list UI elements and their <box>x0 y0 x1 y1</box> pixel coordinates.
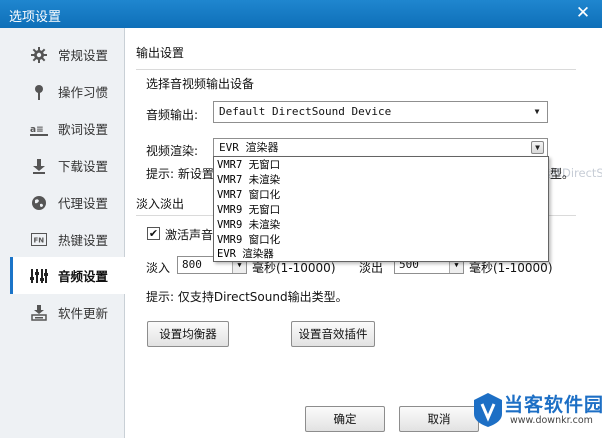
options-dialog: 选项设置 ✕ 常规设置 操作习惯 a≡ 歌词设置 下载设置 代理设置 FN 热键… <box>0 0 602 438</box>
sidebar-item-proxy[interactable]: 代理设置 <box>10 184 125 221</box>
video-render-label: 视频渲染: <box>146 144 199 158</box>
update-icon <box>28 304 50 322</box>
chevron-down-icon[interactable]: ▼ <box>531 141 544 154</box>
video-render-value: EVR 渲染器 <box>219 141 279 154</box>
close-button[interactable]: ✕ <box>574 3 592 23</box>
audio-output-label: 音频输出: <box>146 108 199 122</box>
sidebar-item-download[interactable]: 下载设置 <box>10 147 125 184</box>
dropdown-option[interactable]: VMR7 无窗口 <box>217 159 280 172</box>
cancel-button[interactable]: 取消 <box>399 406 479 432</box>
sidebar-item-label: 代理设置 <box>58 196 109 211</box>
sidebar-item-general[interactable]: 常规设置 <box>10 36 125 73</box>
download-icon <box>28 157 50 175</box>
equalizer-icon <box>28 267 50 285</box>
sidebar-item-label: 下载设置 <box>58 159 109 174</box>
output-hint: 提示: 新设置 <box>146 167 214 181</box>
sidebar-item-habits[interactable]: 操作习惯 <box>10 73 125 110</box>
sidebar: 常规设置 操作习惯 a≡ 歌词设置 下载设置 代理设置 FN 热键设置 音频设置… <box>0 28 125 438</box>
sidebar-item-label: 软件更新 <box>58 306 109 321</box>
lyrics-icon: a≡ <box>28 120 50 138</box>
fade-in-value: 800 <box>182 258 202 271</box>
watermark-url: www.downkr.com <box>510 415 593 426</box>
ok-button[interactable]: 确定 <box>305 406 385 432</box>
svg-text:FN: FN <box>34 237 45 245</box>
output-hint-tail: 型。 <box>550 167 575 181</box>
fade-hint: 提示: 仅支持DirectSound输出类型。 <box>146 290 348 304</box>
sidebar-item-label: 歌词设置 <box>58 122 109 137</box>
sidebar-item-label: 操作习惯 <box>58 85 109 100</box>
sidebar-item-audio[interactable]: 音频设置 <box>10 257 125 294</box>
watermark: 当客软件园 www.downkr.com <box>470 388 602 438</box>
svg-text:a≡: a≡ <box>30 125 44 135</box>
sidebar-item-update[interactable]: 软件更新 <box>10 294 125 331</box>
sidebar-item-label: 热键设置 <box>58 233 109 248</box>
fade-in-label: 淡入 <box>146 261 171 275</box>
dropdown-option[interactable]: VMR7 窗口化 <box>217 189 280 202</box>
divider <box>136 69 576 70</box>
video-render-dropdown: VMR7 无窗口 VMR7 未渲染 VMR7 窗口化 VMR9 无窗口 VMR9… <box>213 156 549 262</box>
dropdown-option[interactable]: VMR7 未渲染 <box>217 174 280 187</box>
dropdown-option[interactable]: VMR9 无窗口 <box>217 204 280 217</box>
dropdown-option[interactable]: EVR 渲染器 <box>217 248 274 261</box>
output-section-title: 输出设置 <box>136 46 185 60</box>
title-bar[interactable]: 选项设置 ✕ <box>0 0 602 28</box>
sidebar-item-lyrics[interactable]: a≡ 歌词设置 <box>10 110 125 147</box>
device-heading: 选择音视频输出设备 <box>146 77 255 91</box>
fade-checkbox[interactable]: ✔ <box>147 227 160 240</box>
fade-section-title: 淡入淡出 <box>136 197 185 211</box>
watermark-logo-icon <box>472 392 504 431</box>
sidebar-item-hotkeys[interactable]: FN 热键设置 <box>10 221 125 258</box>
pin-icon <box>28 83 50 101</box>
sidebar-item-label: 常规设置 <box>58 48 109 63</box>
hotkey-icon: FN <box>28 231 50 249</box>
equalizer-button[interactable]: 设置均衡器 <box>147 321 229 347</box>
chevron-down-icon: ▼ <box>534 107 540 116</box>
effects-plugin-button[interactable]: 设置音效插件 <box>291 321 375 347</box>
globe-icon <box>28 194 50 212</box>
gear-icon <box>28 46 50 64</box>
audio-output-value: Default DirectSound Device <box>219 105 392 118</box>
sidebar-item-label: 音频设置 <box>58 269 109 284</box>
dropdown-option[interactable]: VMR9 未渲染 <box>217 219 280 232</box>
audio-output-select[interactable]: Default DirectSound Device ▼ <box>213 101 548 123</box>
video-render-select[interactable]: EVR 渲染器 ▼ <box>213 138 548 157</box>
window-title: 选项设置 <box>9 10 62 25</box>
watermark-text: 当客软件园 <box>504 394 602 416</box>
dropdown-option[interactable]: VMR9 窗口化 <box>217 234 280 247</box>
